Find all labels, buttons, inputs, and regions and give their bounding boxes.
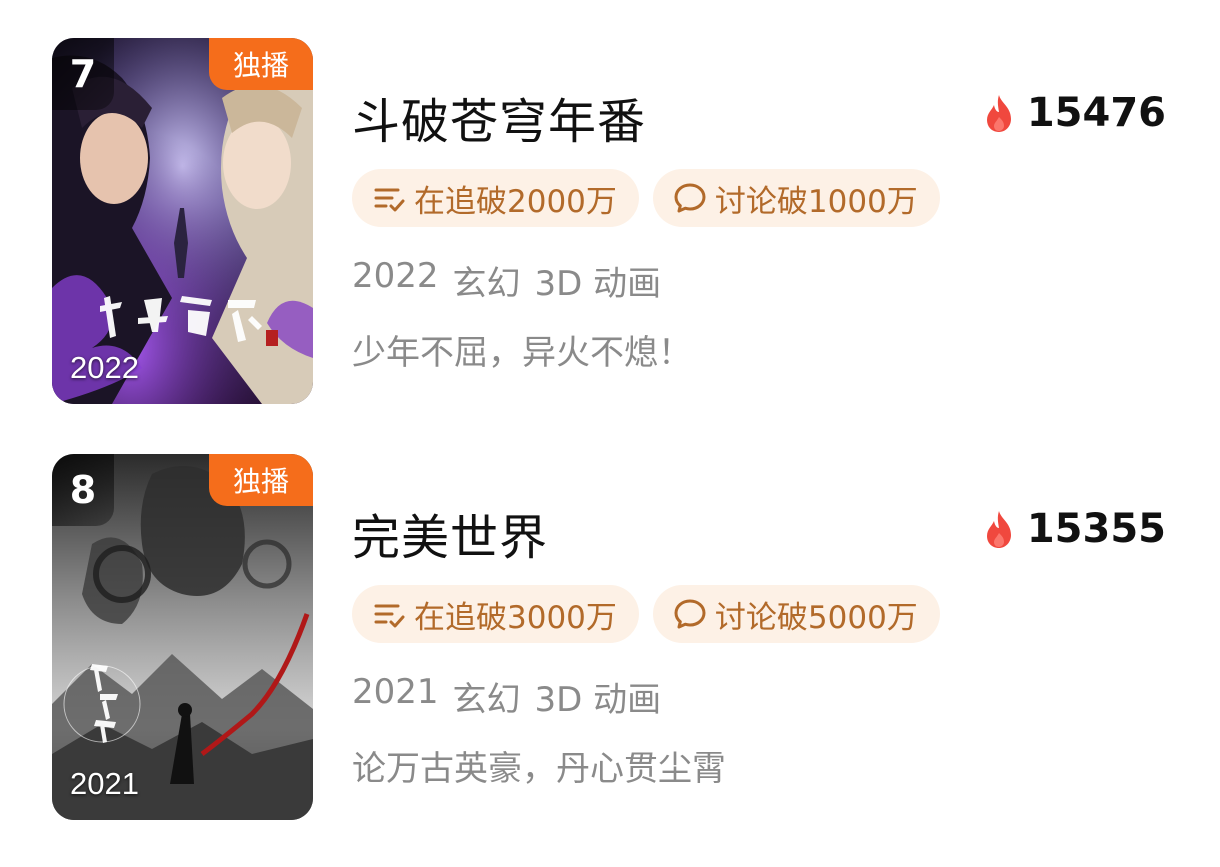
flame-icon xyxy=(986,511,1011,548)
rank-badge: 8 xyxy=(52,454,114,526)
tag-label: 在追破2000万 xyxy=(414,183,617,220)
meta-genre: 玄幻 xyxy=(452,264,521,304)
tag-label: 讨论破5000万 xyxy=(714,599,918,636)
meta-format: 3D 动画 xyxy=(534,680,662,720)
discussion-count-tag: 讨论破1000万 xyxy=(652,169,940,227)
meta-format: 3D 动画 xyxy=(534,264,662,304)
discussion-count-tag: 讨论破5000万 xyxy=(652,585,940,643)
tag-label: 讨论破1000万 xyxy=(714,183,918,220)
flame-icon xyxy=(986,95,1011,132)
poster-year: 2021 xyxy=(70,766,139,801)
meta-year: 2022 xyxy=(352,256,439,296)
exclusive-badge: 独播 xyxy=(209,38,313,90)
tag-row: 在追破3000万 讨论破5000万 xyxy=(352,585,940,643)
tag-label: 在追破3000万 xyxy=(414,599,617,636)
meta-year: 2021 xyxy=(352,672,439,712)
list-item[interactable]: 8 独播 2021 完美世界 15355 在追破3000万 讨论破5000万 2… xyxy=(0,454,1220,820)
following-count-tag: 在追破2000万 xyxy=(352,169,639,227)
show-title[interactable]: 斗破苍穹年番 xyxy=(352,82,646,152)
comment-bubble-icon xyxy=(674,599,706,629)
tag-row: 在追破2000万 讨论破1000万 xyxy=(352,169,940,227)
heat-value: 15355 xyxy=(1026,506,1166,552)
list-item[interactable]: 7 独播 2022 斗破苍穹年番 15476 在追破2000万 讨论破1000万… xyxy=(0,38,1220,404)
rank-badge: 7 xyxy=(52,38,114,110)
show-meta: 2022 玄幻 3D 动画 xyxy=(352,256,661,305)
show-meta: 2021 玄幻 3D 动画 xyxy=(352,672,661,721)
meta-genre: 玄幻 xyxy=(452,680,521,720)
poster-year: 2022 xyxy=(70,350,139,385)
heat-score: 15355 xyxy=(983,506,1166,552)
show-description: 少年不屈，异火不熄！ xyxy=(352,333,692,373)
show-title[interactable]: 完美世界 xyxy=(352,498,548,568)
follow-list-icon xyxy=(374,604,405,628)
anime-ranking-list: 7 独播 2022 斗破苍穹年番 15476 在追破2000万 讨论破1000万… xyxy=(0,0,1220,867)
exclusive-badge: 独播 xyxy=(209,454,313,506)
follow-list-icon xyxy=(374,188,405,212)
following-count-tag: 在追破3000万 xyxy=(352,585,639,643)
heat-score: 15476 xyxy=(983,90,1166,136)
show-description: 论万古英豪，丹心贯尘霄 xyxy=(352,749,726,789)
heat-value: 15476 xyxy=(1026,90,1166,136)
poster-image[interactable]: 7 独播 2022 xyxy=(52,38,313,404)
poster-image[interactable]: 8 独播 2021 xyxy=(52,454,313,820)
comment-bubble-icon xyxy=(674,183,706,213)
